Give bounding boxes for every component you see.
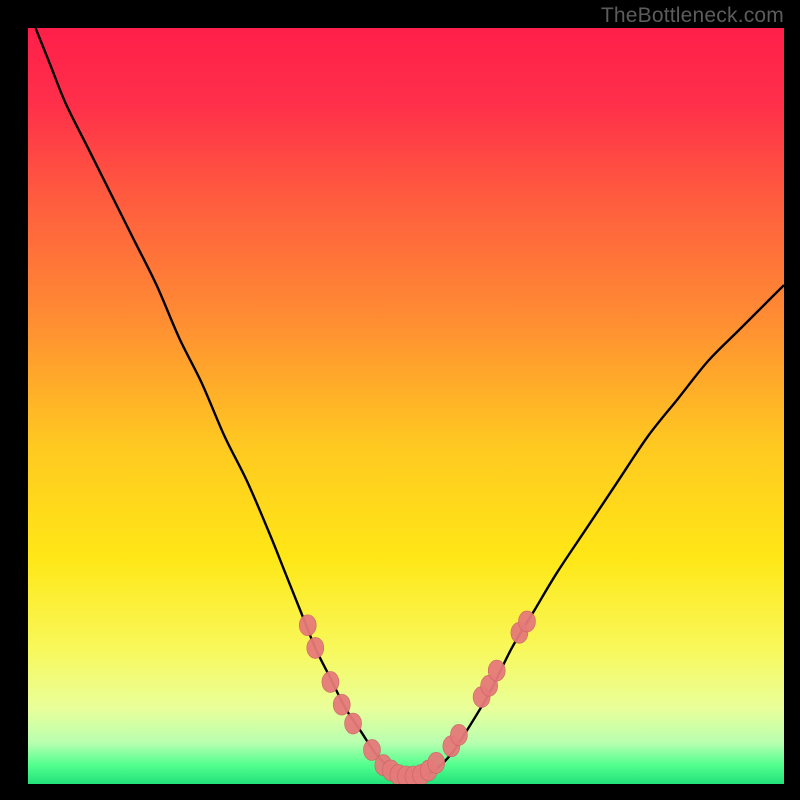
marker-point — [299, 615, 316, 636]
marker-point — [450, 724, 467, 745]
chart-frame: TheBottleneck.com — [0, 0, 800, 800]
marker-point — [428, 752, 445, 773]
watermark-text: TheBottleneck.com — [601, 4, 784, 28]
plot-area — [28, 28, 784, 784]
marker-point — [333, 694, 350, 715]
marker-point — [488, 660, 505, 681]
marker-point — [322, 671, 339, 692]
bottleneck-chart-svg — [28, 28, 784, 784]
marker-point — [307, 637, 324, 658]
marker-point — [345, 713, 362, 734]
marker-point — [518, 611, 535, 632]
